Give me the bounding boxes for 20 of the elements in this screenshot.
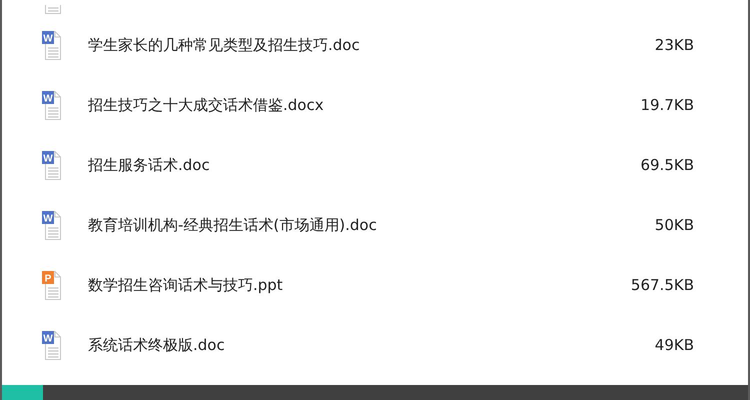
document-icon: P: [42, 269, 62, 301]
file-size: 567.5KB: [630, 276, 694, 294]
file-name[interactable]: 招生服务话术.doc: [88, 156, 564, 174]
document-icon: W: [42, 329, 62, 361]
file-size: 23KB: [654, 36, 694, 54]
file-name[interactable]: 系统话术终极版.doc: [88, 336, 564, 354]
document-icon: W: [42, 89, 62, 121]
document-icon: W: [42, 29, 62, 61]
file-size: 19.7KB: [639, 96, 694, 114]
file-size: 50KB: [654, 216, 694, 234]
accent-block: [2, 385, 43, 400]
document-icon: [42, 5, 62, 15]
file-name[interactable]: 学生家长的几种常见类型及招生技巧.doc: [88, 36, 564, 54]
file-name[interactable]: 教育培训机构-经典招生话术(市场通用).doc: [88, 216, 564, 234]
file-name[interactable]: 数学招生咨询话术与技巧.ppt: [88, 276, 564, 294]
file-size: 49KB: [654, 336, 694, 354]
document-icon: W: [42, 209, 62, 241]
file-size: 69.5KB: [639, 156, 694, 174]
document-icon: W: [42, 149, 62, 181]
file-name[interactable]: 招生技巧之十大成交话术借鉴.docx: [88, 96, 564, 114]
